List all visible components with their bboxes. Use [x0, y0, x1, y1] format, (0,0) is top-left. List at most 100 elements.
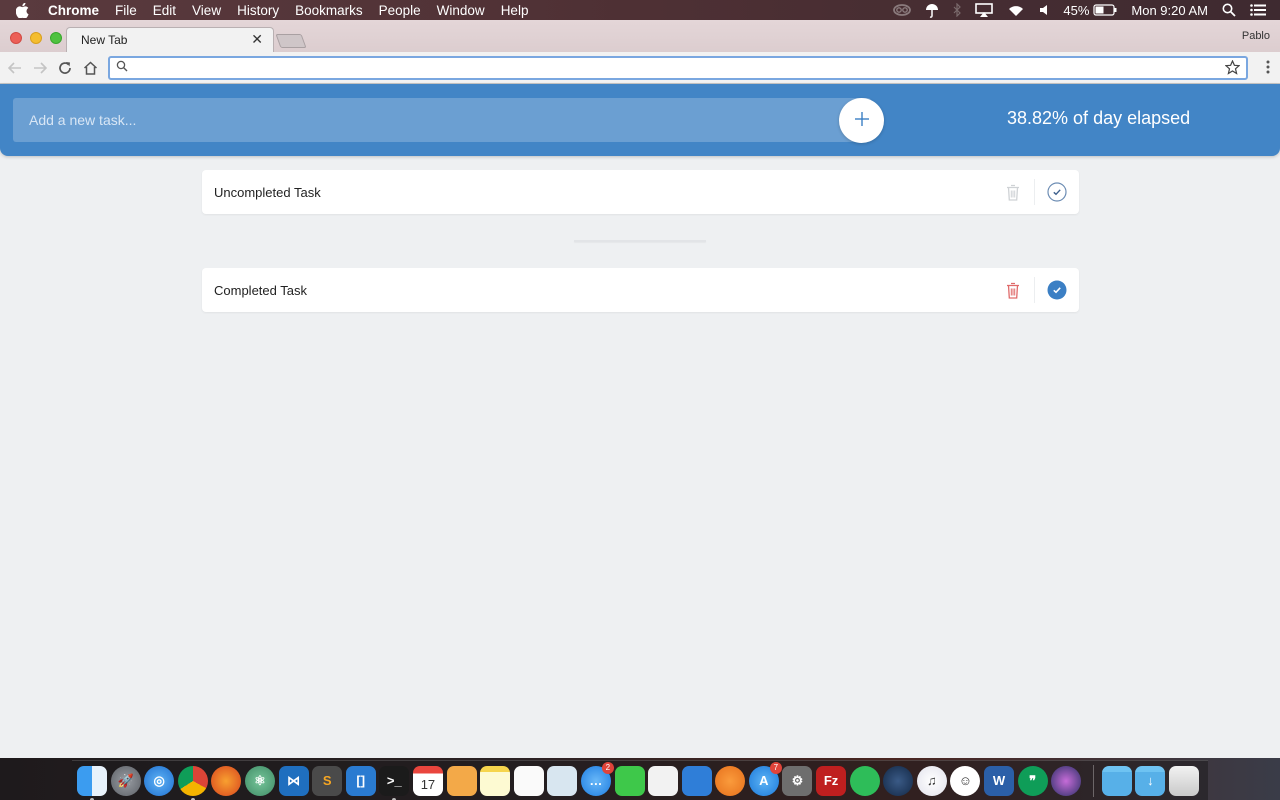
tab-new-tab[interactable]: New Tab ✕ — [66, 27, 274, 52]
address-bar[interactable] — [108, 56, 1248, 80]
downloads-folder-icon[interactable]: ↓ — [1135, 765, 1166, 796]
trash-bin-icon[interactable] — [1169, 765, 1199, 796]
notification-center-icon[interactable] — [1250, 4, 1266, 16]
add-task-button[interactable] — [839, 98, 884, 143]
umbrella-icon[interactable] — [925, 3, 939, 18]
minimize-window-button[interactable] — [30, 32, 42, 44]
menu-help[interactable]: Help — [501, 3, 529, 18]
close-window-button[interactable] — [10, 32, 22, 44]
brackets-icon[interactable]: [] — [345, 765, 376, 796]
steam-icon[interactable] — [883, 765, 914, 796]
trash-icon — [1007, 282, 1019, 299]
dock-icon-glyph: ♫ — [926, 773, 937, 788]
creative-cloud-icon[interactable] — [893, 4, 912, 16]
messages-icon[interactable]: … 2 — [580, 761, 614, 796]
window-controls — [10, 32, 62, 44]
menu-bookmarks[interactable]: Bookmarks — [295, 3, 363, 18]
delete-task-button[interactable] — [1004, 182, 1022, 202]
menu-app-name[interactable]: Chrome — [48, 3, 99, 18]
browser-menu-icon[interactable] — [1266, 60, 1270, 79]
forward-arrow-icon[interactable] — [31, 59, 49, 77]
new-task-input[interactable] — [13, 98, 871, 142]
hangouts-icon[interactable]: ❞ — [1017, 765, 1048, 796]
launchpad-icon[interactable]: 🚀 — [110, 765, 141, 796]
wifi-icon[interactable] — [1007, 4, 1025, 17]
back-arrow-icon[interactable] — [6, 59, 24, 77]
keynote-icon[interactable] — [681, 765, 712, 796]
calendar-icon[interactable]: 17 — [412, 765, 443, 796]
clock[interactable]: Mon 9:20 AM — [1131, 3, 1208, 18]
tab-strip: New Tab ✕ Pablo — [0, 20, 1280, 52]
preview-icon[interactable] — [547, 765, 578, 796]
action-divider — [1034, 179, 1035, 205]
dock-icon-glyph: W — [992, 773, 1006, 788]
folder-icon[interactable] — [1101, 765, 1132, 796]
address-input[interactable] — [136, 60, 1216, 76]
firefox-icon[interactable] — [211, 765, 242, 796]
notes-icon[interactable] — [480, 765, 511, 796]
menu-view[interactable]: View — [192, 3, 221, 18]
battery-percent[interactable]: 45% — [1063, 3, 1089, 18]
reload-icon[interactable] — [56, 59, 74, 77]
ibooks-icon[interactable] — [715, 765, 746, 796]
spotlight-icon[interactable] — [1222, 3, 1236, 17]
siri-icon[interactable] — [1051, 765, 1082, 796]
menu-people[interactable]: People — [379, 3, 421, 18]
uncomplete-task-button[interactable] — [1047, 280, 1067, 300]
menu-window[interactable]: Window — [437, 3, 485, 18]
new-tab-button[interactable] — [275, 34, 307, 48]
volume-icon[interactable] — [1039, 4, 1049, 16]
filezilla-icon[interactable]: Fz — [816, 765, 847, 796]
status-area: 45% Mon 9:20 AM — [879, 3, 1266, 18]
task-label: Completed Task — [214, 282, 307, 298]
facetime-icon[interactable] — [614, 765, 645, 796]
menu-edit[interactable]: Edit — [153, 3, 176, 18]
section-divider — [574, 240, 706, 242]
battery-icon[interactable] — [1093, 4, 1117, 16]
airplay-icon[interactable] — [975, 3, 994, 17]
smiley-icon[interactable]: ☺ — [950, 765, 981, 796]
finder-icon[interactable] — [77, 765, 107, 800]
numbers-icon[interactable] — [648, 765, 679, 796]
profile-name[interactable]: Pablo — [1242, 30, 1270, 42]
vscode-icon[interactable]: ⋈ — [278, 765, 309, 796]
itunes-icon[interactable]: ♫ — [916, 765, 947, 796]
check-circle-outline-icon — [1047, 182, 1067, 202]
atom-icon[interactable]: ⚛ — [244, 765, 275, 796]
notification-badge: 2 — [601, 761, 614, 774]
task-label: Uncompleted Task — [214, 184, 321, 200]
delete-task-button[interactable] — [1004, 280, 1022, 300]
dock-icon-glyph: [] — [356, 773, 366, 788]
safari-icon[interactable]: ◎ — [144, 765, 175, 796]
system-preferences-icon[interactable]: ⚙ — [782, 765, 813, 796]
app-header: 38.82% of day elapsed — [0, 84, 1280, 156]
spotify-icon[interactable] — [849, 765, 880, 796]
menu-history[interactable]: History — [237, 3, 279, 18]
bookmark-star-icon[interactable] — [1224, 59, 1241, 80]
dock-separator — [1092, 764, 1094, 797]
task-item-uncompleted: Uncompleted Task — [202, 170, 1079, 214]
complete-task-button[interactable] — [1047, 182, 1067, 202]
sublime-icon[interactable]: S — [312, 765, 343, 796]
word-icon[interactable]: W — [984, 765, 1015, 796]
home-icon[interactable] — [81, 59, 99, 77]
dock-icon-glyph: ☺ — [958, 773, 973, 788]
app-store-icon[interactable]: A7 — [748, 761, 782, 796]
chrome-icon[interactable] — [177, 765, 208, 800]
check-circle-filled-icon — [1047, 280, 1067, 300]
pages-icon[interactable] — [446, 765, 477, 796]
notification-badge: 7 — [769, 761, 782, 774]
apple-icon[interactable] — [16, 2, 36, 18]
terminal-icon[interactable]: >_ — [379, 765, 410, 800]
action-divider — [1034, 277, 1035, 303]
dock-icon-glyph: 17 — [420, 777, 436, 792]
menu-bar: Chrome File Edit View History Bookmarks … — [0, 0, 1280, 20]
maximize-window-button[interactable] — [50, 32, 62, 44]
search-icon — [116, 59, 128, 77]
close-tab-icon[interactable]: ✕ — [251, 31, 263, 48]
bluetooth-icon[interactable] — [953, 3, 962, 17]
dock-icon-glyph: >_ — [386, 773, 402, 788]
plus-icon — [854, 111, 870, 130]
menu-file[interactable]: File — [115, 3, 137, 18]
reminders-icon[interactable] — [513, 765, 544, 796]
